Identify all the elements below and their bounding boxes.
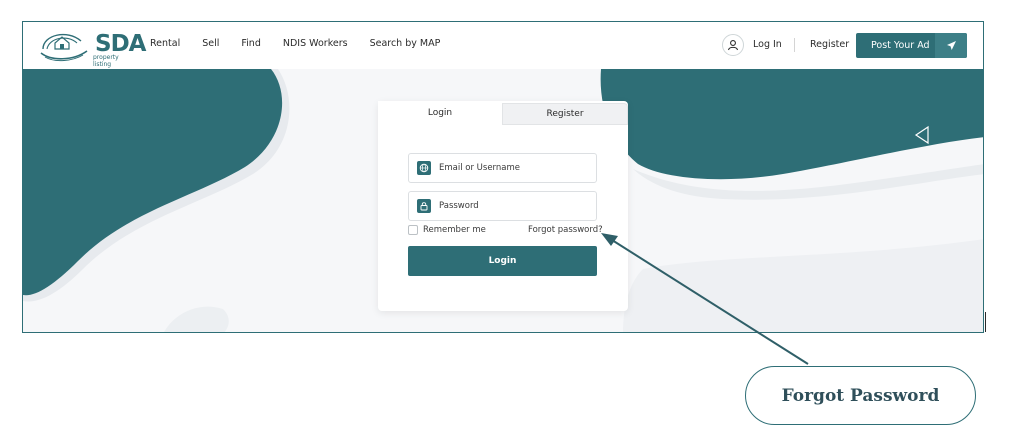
- annotation-label: Forgot Password: [781, 385, 940, 406]
- annotation-callout: Forgot Password: [745, 366, 976, 425]
